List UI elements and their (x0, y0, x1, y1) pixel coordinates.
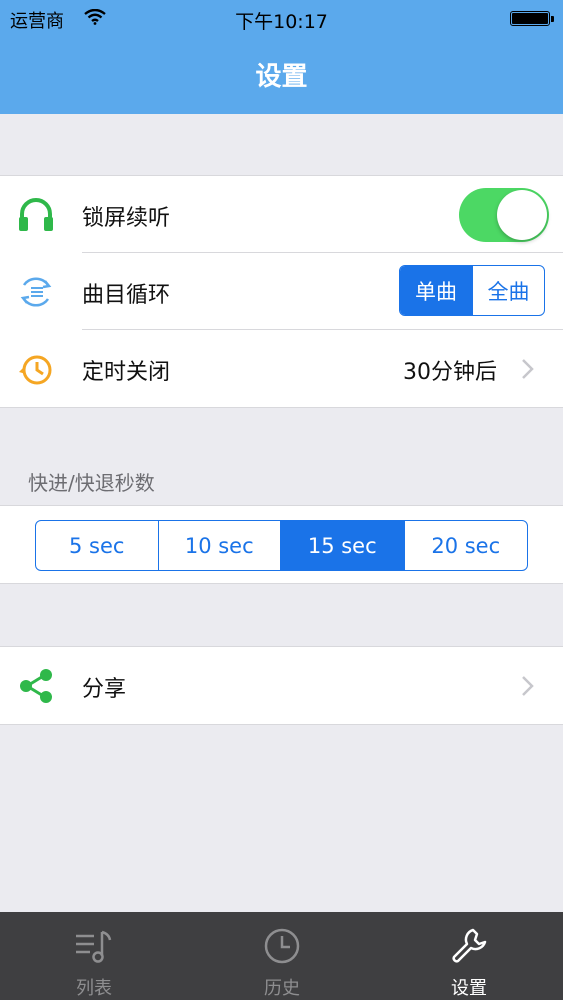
tab-bar: 列表 历史 设置 (0, 912, 563, 1000)
seek-segmented-control: 5 sec 10 sec 15 sec 20 sec (35, 520, 528, 571)
chevron-right-icon (522, 359, 534, 379)
share-row[interactable]: 分享 (0, 647, 563, 724)
toggle-knob (497, 190, 547, 240)
tab-settings[interactable]: 设置 (375, 912, 563, 1000)
seek-option-15[interactable]: 15 sec (280, 521, 404, 570)
seek-option-10[interactable]: 10 sec (157, 521, 281, 570)
tab-label: 列表 (76, 978, 112, 999)
timer-icon (19, 355, 52, 385)
lock-listen-row: 锁屏续听 (0, 176, 563, 253)
timer-row[interactable]: 定时关闭 30分钟后 (0, 330, 563, 407)
seek-group: 5 sec 10 sec 15 sec 20 sec (0, 505, 563, 584)
status-bar: 运营商 下午10:17 (0, 0, 563, 36)
tab-playlist[interactable]: 列表 (0, 912, 188, 1000)
headphones-icon (19, 198, 53, 231)
loop-label: 曲目循环 (82, 283, 171, 308)
playlist-icon (76, 930, 112, 963)
seek-option-20[interactable]: 20 sec (403, 521, 528, 570)
tab-history[interactable]: 历史 (188, 912, 376, 1000)
lock-listen-label: 锁屏续听 (82, 206, 171, 231)
share-group: 分享 (0, 646, 563, 725)
wrench-icon (452, 928, 487, 963)
lock-listen-toggle[interactable] (459, 188, 549, 242)
loop-segmented-control: 单曲 全曲 (399, 265, 545, 316)
timer-label: 定时关闭 (82, 360, 171, 385)
battery-icon (510, 11, 554, 26)
tab-label: 设置 (451, 978, 487, 999)
repeat-list-icon (20, 277, 52, 307)
clock-icon (264, 928, 300, 964)
nav-bar: 设置 (0, 36, 563, 114)
share-label: 分享 (82, 677, 127, 702)
seek-option-5[interactable]: 5 sec (36, 521, 158, 570)
playback-settings-group: 锁屏续听 曲目循环 单曲 全曲 定时关闭 30分钟后 (0, 175, 563, 408)
timer-value: 30分钟后 (403, 360, 497, 385)
status-time: 下午10:17 (235, 11, 328, 33)
loop-option-all[interactable]: 全曲 (472, 266, 544, 315)
loop-option-single[interactable]: 单曲 (400, 266, 472, 315)
share-icon (20, 669, 52, 703)
tab-label: 历史 (264, 978, 300, 999)
loop-row: 曲目循环 单曲 全曲 (0, 253, 563, 330)
page-title: 设置 (255, 62, 308, 92)
chevron-right-icon (522, 676, 534, 696)
seek-section-header: 快进/快退秒数 (28, 471, 155, 495)
